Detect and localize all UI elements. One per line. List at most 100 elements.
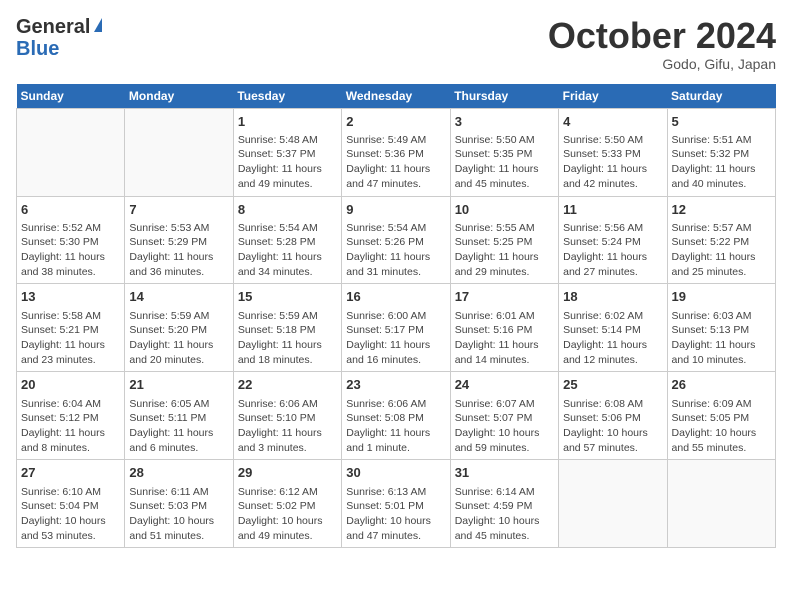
calendar-cell	[17, 108, 125, 196]
cell-info: Sunrise: 6:12 AMSunset: 5:02 PMDaylight:…	[238, 485, 337, 544]
calendar-cell: 17 Sunrise: 6:01 AMSunset: 5:16 PMDayligh…	[450, 284, 558, 372]
day-number: 20	[21, 376, 120, 394]
cell-info: Sunrise: 5:48 AMSunset: 5:37 PMDaylight:…	[238, 133, 337, 192]
calendar-cell: 27 Sunrise: 6:10 AMSunset: 5:04 PMDayligh…	[17, 460, 125, 548]
calendar-cell: 23Sunrise: 6:06 AMSunset: 5:08 PMDayligh…	[342, 372, 450, 460]
calendar-week-row: 1 Sunrise: 5:48 AMSunset: 5:37 PMDaylight…	[17, 108, 776, 196]
cell-info: Sunrise: 5:52 AMSunset: 5:30 PMDaylight:…	[21, 221, 120, 280]
day-number: 22	[238, 376, 337, 394]
calendar-cell: 7Sunrise: 5:53 AMSunset: 5:29 PMDaylight…	[125, 196, 233, 284]
cell-info: Sunrise: 6:01 AMSunset: 5:16 PMDaylight:…	[455, 309, 554, 368]
calendar-cell: 8 Sunrise: 5:54 AMSunset: 5:28 PMDaylight…	[233, 196, 341, 284]
cell-info: Sunrise: 5:57 AMSunset: 5:22 PMDaylight:…	[672, 221, 771, 280]
cell-info: Sunrise: 6:13 AMSunset: 5:01 PMDaylight:…	[346, 485, 445, 544]
day-number: 14	[129, 288, 228, 306]
day-number: 6	[21, 201, 120, 219]
calendar-cell: 22 Sunrise: 6:06 AMSunset: 5:10 PMDayligh…	[233, 372, 341, 460]
weekday-header: Monday	[125, 84, 233, 109]
cell-info: Sunrise: 6:07 AMSunset: 5:07 PMDaylight:…	[455, 397, 554, 456]
day-number: 25	[563, 376, 662, 394]
calendar-cell: 25 Sunrise: 6:08 AMSunset: 5:06 PMDayligh…	[559, 372, 667, 460]
calendar-cell: 5Sunrise: 5:51 AMSunset: 5:32 PMDaylight…	[667, 108, 775, 196]
day-number: 19	[672, 288, 771, 306]
day-number: 10	[455, 201, 554, 219]
calendar-cell: 26Sunrise: 6:09 AMSunset: 5:05 PMDayligh…	[667, 372, 775, 460]
weekday-header: Wednesday	[342, 84, 450, 109]
cell-info: Sunrise: 5:54 AMSunset: 5:28 PMDaylight:…	[238, 221, 337, 280]
calendar-cell: 14 Sunrise: 5:59 AMSunset: 5:20 PMDayligh…	[125, 284, 233, 372]
calendar-cell: 29 Sunrise: 6:12 AMSunset: 5:02 PMDayligh…	[233, 460, 341, 548]
cell-info: Sunrise: 5:49 AMSunset: 5:36 PMDaylight:…	[346, 133, 445, 192]
calendar-cell: 2 Sunrise: 5:49 AMSunset: 5:36 PMDaylight…	[342, 108, 450, 196]
calendar-cell: 4 Sunrise: 5:50 AMSunset: 5:33 PMDaylight…	[559, 108, 667, 196]
day-number: 11	[563, 201, 662, 219]
cell-info: Sunrise: 6:08 AMSunset: 5:06 PMDaylight:…	[563, 397, 662, 456]
calendar-cell: 24 Sunrise: 6:07 AMSunset: 5:07 PMDayligh…	[450, 372, 558, 460]
calendar-cell: 3 Sunrise: 5:50 AMSunset: 5:35 PMDaylight…	[450, 108, 558, 196]
day-number: 29	[238, 464, 337, 482]
day-number: 8	[238, 201, 337, 219]
calendar-cell	[667, 460, 775, 548]
calendar-header: SundayMondayTuesdayWednesdayThursdayFrid…	[17, 84, 776, 109]
day-number: 3	[455, 113, 554, 131]
weekday-row: SundayMondayTuesdayWednesdayThursdayFrid…	[17, 84, 776, 109]
cell-info: Sunrise: 5:59 AMSunset: 5:18 PMDaylight:…	[238, 309, 337, 368]
cell-info: Sunrise: 6:05 AMSunset: 5:11 PMDaylight:…	[129, 397, 228, 456]
logo: General Blue	[16, 16, 102, 60]
cell-info: Sunrise: 6:00 AMSunset: 5:17 PMDaylight:…	[346, 309, 445, 368]
calendar-week-row: 13Sunrise: 5:58 AMSunset: 5:21 PMDayligh…	[17, 284, 776, 372]
day-number: 30	[346, 464, 445, 482]
cell-info: Sunrise: 5:50 AMSunset: 5:35 PMDaylight:…	[455, 133, 554, 192]
calendar-cell: 15 Sunrise: 5:59 AMSunset: 5:18 PMDayligh…	[233, 284, 341, 372]
day-number: 24	[455, 376, 554, 394]
cell-info: Sunrise: 5:50 AMSunset: 5:33 PMDaylight:…	[563, 133, 662, 192]
logo-general-text: General	[16, 16, 90, 38]
day-number: 9	[346, 201, 445, 219]
month-title: October 2024	[548, 16, 776, 56]
weekday-header: Sunday	[17, 84, 125, 109]
day-number: 5	[672, 113, 771, 131]
cell-info: Sunrise: 5:58 AMSunset: 5:21 PMDaylight:…	[21, 309, 120, 368]
day-number: 1	[238, 113, 337, 131]
day-number: 28	[129, 464, 228, 482]
calendar-cell: 20Sunrise: 6:04 AMSunset: 5:12 PMDayligh…	[17, 372, 125, 460]
calendar-cell: 30 Sunrise: 6:13 AMSunset: 5:01 PMDayligh…	[342, 460, 450, 548]
calendar-week-row: 20Sunrise: 6:04 AMSunset: 5:12 PMDayligh…	[17, 372, 776, 460]
cell-info: Sunrise: 6:11 AMSunset: 5:03 PMDaylight:…	[129, 485, 228, 544]
day-number: 4	[563, 113, 662, 131]
cell-info: Sunrise: 6:06 AMSunset: 5:08 PMDaylight:…	[346, 397, 445, 456]
calendar-table: SundayMondayTuesdayWednesdayThursdayFrid…	[16, 84, 776, 549]
cell-info: Sunrise: 6:03 AMSunset: 5:13 PMDaylight:…	[672, 309, 771, 368]
day-number: 26	[672, 376, 771, 394]
calendar-cell: 11 Sunrise: 5:56 AMSunset: 5:24 PMDayligh…	[559, 196, 667, 284]
cell-info: Sunrise: 5:54 AMSunset: 5:26 PMDaylight:…	[346, 221, 445, 280]
logo-blue-text: Blue	[16, 38, 59, 60]
calendar-cell: 18Sunrise: 6:02 AMSunset: 5:14 PMDayligh…	[559, 284, 667, 372]
title-area: October 2024 Godo, Gifu, Japan	[548, 16, 776, 72]
cell-info: Sunrise: 5:55 AMSunset: 5:25 PMDaylight:…	[455, 221, 554, 280]
calendar-cell: 28 Sunrise: 6:11 AMSunset: 5:03 PMDayligh…	[125, 460, 233, 548]
calendar-cell: 13Sunrise: 5:58 AMSunset: 5:21 PMDayligh…	[17, 284, 125, 372]
header: General Blue October 2024 Godo, Gifu, Ja…	[16, 16, 776, 72]
day-number: 17	[455, 288, 554, 306]
cell-info: Sunrise: 6:02 AMSunset: 5:14 PMDaylight:…	[563, 309, 662, 368]
day-number: 7	[129, 201, 228, 219]
day-number: 12	[672, 201, 771, 219]
cell-info: Sunrise: 5:59 AMSunset: 5:20 PMDaylight:…	[129, 309, 228, 368]
day-number: 15	[238, 288, 337, 306]
calendar-cell	[125, 108, 233, 196]
weekday-header: Friday	[559, 84, 667, 109]
calendar-week-row: 6 Sunrise: 5:52 AMSunset: 5:30 PMDaylight…	[17, 196, 776, 284]
day-number: 16	[346, 288, 445, 306]
day-number: 31	[455, 464, 554, 482]
cell-info: Sunrise: 6:10 AMSunset: 5:04 PMDaylight:…	[21, 485, 120, 544]
location-subtitle: Godo, Gifu, Japan	[548, 56, 776, 72]
cell-info: Sunrise: 5:56 AMSunset: 5:24 PMDaylight:…	[563, 221, 662, 280]
day-number: 21	[129, 376, 228, 394]
cell-info: Sunrise: 6:06 AMSunset: 5:10 PMDaylight:…	[238, 397, 337, 456]
day-number: 27	[21, 464, 120, 482]
cell-info: Sunrise: 6:14 AMSunset: 4:59 PMDaylight:…	[455, 485, 554, 544]
day-number: 2	[346, 113, 445, 131]
calendar-cell: 16 Sunrise: 6:00 AMSunset: 5:17 PMDayligh…	[342, 284, 450, 372]
logo-triangle-icon	[94, 18, 102, 32]
